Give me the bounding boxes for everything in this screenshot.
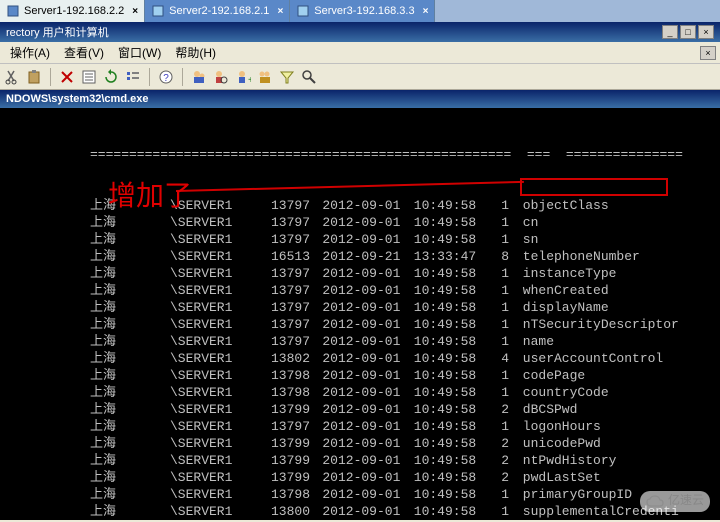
menu-label: 帮助(H) [175, 44, 216, 61]
find-icon[interactable] [301, 69, 317, 85]
output-row: 上海\SERVER113797 2012-09-0110:49:581 nTSe… [0, 316, 720, 333]
tab-label: Server1-192.168.2.2 [24, 5, 124, 17]
tab-label: Server3-192.168.3.3 [314, 5, 414, 17]
close-icon[interactable]: × [423, 6, 429, 17]
separator [182, 68, 183, 86]
output-row: 上海\SERVER113799 2012-09-0110:49:582 ntPw… [0, 452, 720, 469]
close-icon[interactable]: × [132, 6, 138, 17]
app-title: rectory 用户和计算机 [6, 24, 109, 40]
cmd-title: NDOWS\system32\cmd.exe [6, 93, 148, 105]
app-titlebar: rectory 用户和计算机 _ □ × [0, 22, 720, 42]
output-row: 上海\SERVER113798 2012-09-0110:49:581 prim… [0, 486, 720, 503]
watermark-label: 亿速云 [668, 493, 704, 510]
highlight-box [520, 178, 668, 196]
close-icon[interactable]: × [277, 6, 283, 17]
menu-view[interactable]: 查看(V) [58, 42, 110, 63]
toolbar: ? + [0, 64, 720, 90]
mdi-close-button[interactable]: × [700, 46, 716, 60]
cmd-output: ========================================… [0, 108, 720, 520]
output-row: 上海\SERVER113797 2012-09-0110:49:581 when… [0, 282, 720, 299]
menu-window[interactable]: 窗口(W) [112, 42, 167, 63]
tab-server3[interactable]: Server3-192.168.3.3 × [290, 0, 435, 22]
output-row: 上海\SERVER113799 2012-09-0110:49:582 pwdL… [0, 469, 720, 486]
users-icon[interactable] [191, 69, 207, 85]
separator [149, 68, 150, 86]
output-row: 上海\SERVER113797 2012-09-0110:49:581 cn [0, 214, 720, 231]
filter-icon[interactable] [279, 69, 295, 85]
tab-bar: Server1-192.168.2.2 × Server2-192.168.2.… [0, 0, 720, 22]
output-row: 上海\SERVER116513 2012-09-2113:33:478 tele… [0, 248, 720, 265]
output-row: 上海\SERVER113797 2012-09-0110:49:581 name [0, 333, 720, 350]
close-button[interactable]: × [698, 25, 714, 39]
output-row: 上海\SERVER113802 2012-09-0110:49:584 user… [0, 350, 720, 367]
find-users-icon[interactable] [213, 69, 229, 85]
menu-label: 操作(A) [10, 44, 50, 61]
output-row: 上海\SERVER113798 2012-09-0110:49:581 code… [0, 367, 720, 384]
output-row: 上海\SERVER113797 2012-09-0110:49:581 sn [0, 231, 720, 248]
minimize-button[interactable]: _ [662, 25, 678, 39]
svg-text:+: + [248, 75, 251, 85]
output-row: 上海\SERVER113799 2012-09-0110:49:582 unic… [0, 435, 720, 452]
window-buttons: _ □ × [662, 25, 714, 39]
menu-label: 查看(V) [64, 44, 104, 61]
svg-text:?: ? [163, 73, 169, 84]
highlight-line [176, 181, 524, 192]
refresh-icon[interactable] [103, 69, 119, 85]
add-user-icon[interactable]: + [235, 69, 251, 85]
tab-server2[interactable]: Server2-192.168.2.1 × [145, 0, 290, 22]
separator [50, 68, 51, 86]
output-row: 上海\SERVER113799 2012-09-0110:49:582 dBCS… [0, 401, 720, 418]
cmd-titlebar: NDOWS\system32\cmd.exe [0, 90, 720, 108]
delete-icon[interactable] [59, 69, 75, 85]
menu-label: 窗口(W) [118, 44, 161, 61]
watermark: 亿速云 [640, 491, 710, 512]
output-row: 上海\SERVER113797 2012-09-0110:49:581 logo… [0, 418, 720, 435]
server-icon [6, 4, 20, 18]
paste-icon[interactable] [26, 69, 42, 85]
tab-label: Server2-192.168.2.1 [169, 5, 269, 17]
separator-line: ========================================… [0, 146, 720, 163]
add-group-icon[interactable] [257, 69, 273, 85]
cloud-icon [646, 495, 664, 509]
menu-bar: 操作(A) 查看(V) 窗口(W) 帮助(H) × [0, 42, 720, 64]
tab-server1[interactable]: Server1-192.168.2.2 × [0, 0, 145, 22]
properties-icon[interactable] [81, 69, 97, 85]
server-icon [296, 4, 310, 18]
server-icon [151, 4, 165, 18]
annotation-text: 增加了 [108, 188, 192, 205]
help-icon[interactable]: ? [158, 69, 174, 85]
output-row: 上海\SERVER113797 2012-09-0110:49:581 disp… [0, 299, 720, 316]
cut-icon[interactable] [4, 69, 20, 85]
list-icon[interactable] [125, 69, 141, 85]
maximize-button[interactable]: □ [680, 25, 696, 39]
output-row: 上海\SERVER113800 2012-09-0110:49:581 supp… [0, 503, 720, 520]
output-row: 上海\SERVER113798 2012-09-0110:49:581 coun… [0, 384, 720, 401]
menu-help[interactable]: 帮助(H) [169, 42, 222, 63]
menu-action[interactable]: 操作(A) [4, 42, 56, 63]
output-row: 上海\SERVER113797 2012-09-0110:49:581 inst… [0, 265, 720, 282]
